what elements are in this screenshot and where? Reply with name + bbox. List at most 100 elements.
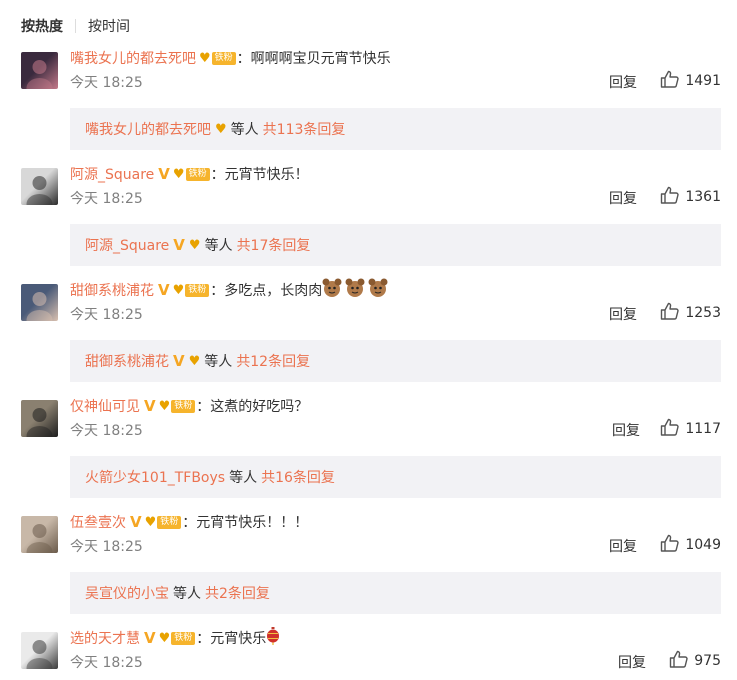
fan-badge-label: 铁粉 [185,167,210,181]
comment-colon: ： [210,167,225,183]
reply-summary-etc: 等人 [230,122,259,138]
reply-summary-etc: 等人 [229,470,258,486]
reply-summary-user[interactable]: 嘴我女儿的都去死吧 [85,119,211,139]
verified-v-icon: V [158,281,170,299]
comment-username[interactable]: 嘴我女儿的都去死吧 [70,48,196,68]
fan-heart-icon: ♥ [215,121,227,137]
reply-button[interactable]: 回复 [618,652,646,672]
avatar[interactable] [21,516,58,553]
comment-header: 伍叁壹次 V ♥ 铁粉：元宵节快乐！！！ [70,510,308,534]
fan-heart-icon: ♥ [158,630,171,646]
comment-text: 元宵节快乐！ [224,167,309,183]
reply-summary-etc: 等人 [173,586,201,602]
reply-summary[interactable]: 嘴我女儿的都去死吧 ♥ 等人 共113条回复 [70,108,721,150]
like-count: 1049 [685,537,721,553]
fan-badge-label: 铁粉 [157,515,182,529]
fan-badge[interactable]: ♥ 铁粉 [159,399,196,414]
verified-v-icon: V [158,165,170,183]
like-button[interactable]: 1049 [660,534,721,556]
comment-username[interactable]: 甜御系桃浦花 [70,280,154,300]
comment-username[interactable]: 阿源_Square [70,164,154,184]
thumbs-up-icon [660,418,685,440]
thumbs-up-icon [660,70,685,92]
comment-username[interactable]: 仅神仙可见 [70,396,140,416]
reply-summary-etc: 等人 [204,238,233,254]
like-button[interactable]: 975 [669,650,721,672]
avatar[interactable] [21,284,58,321]
like-count: 975 [694,653,721,669]
reply-button[interactable]: 回复 [609,188,637,208]
sort-by-time[interactable]: 按时间 [88,16,130,36]
thumbs-up-icon [669,650,694,672]
reply-summary-count[interactable]: 共113条回复 [263,119,346,139]
avatar[interactable] [21,632,58,669]
comment-colon: ： [210,283,225,299]
sort-bar: 按热度 按时间 [21,14,130,38]
reply-summary-etc: 等人 [204,354,233,370]
like-count: 1361 [685,189,721,205]
reply-summary[interactable]: 吴宣仪的小宝 等人 共2条回复 [70,572,721,614]
comment-header: 仅神仙可见 V ♥ 铁粉：这煮的好吃吗？ [70,394,308,418]
thumbs-up-icon [660,302,685,324]
reply-summary-user[interactable]: 火箭少女101_TFBoys [85,467,225,487]
fan-badge-label: 铁粉 [171,631,196,645]
fan-badge[interactable]: ♥ 铁粉 [173,167,210,182]
comment-time: 今天 18:25 [70,75,143,91]
fan-heart-icon: ♥ [188,353,201,369]
like-count: 1253 [685,305,721,321]
comment-text: 这煮的好吃吗？ [210,399,309,415]
fan-badge-label: 铁粉 [185,283,210,297]
verified-v-icon: V [173,236,185,254]
comment-header: 阿源_Square V ♥ 铁粉：元宵节快乐！ [70,162,309,186]
lantern-icon [266,627,280,649]
reply-summary[interactable]: 甜御系桃浦花 V ♥ 等人 共12条回复 [70,340,721,382]
comment-username[interactable]: 伍叁壹次 [70,512,126,532]
reply-summary-user[interactable]: 甜御系桃浦花 [85,351,169,371]
fan-badge[interactable]: ♥ 铁粉 [159,631,196,646]
comment-colon: ： [236,51,251,67]
like-count: 1491 [685,73,721,89]
comment-time: 今天 18:25 [70,423,143,439]
comment-time: 今天 18:25 [70,655,143,671]
like-count: 1117 [685,421,721,437]
comment-colon: ： [196,399,211,415]
reply-summary-count[interactable]: 共2条回复 [205,583,270,603]
reply-summary[interactable]: 阿源_Square V ♥ 等人 共17条回复 [70,224,721,266]
reply-button[interactable]: 回复 [609,72,637,92]
like-button[interactable]: 1491 [660,70,721,92]
avatar[interactable] [21,400,58,437]
comment-time: 今天 18:25 [70,191,143,207]
fan-heart-icon: ♥ [199,50,211,66]
reply-summary-user[interactable]: 吴宣仪的小宝 [85,583,169,603]
avatar[interactable] [21,168,58,205]
fan-heart-icon: ♥ [144,514,157,530]
fan-badge[interactable]: ♥ 铁粉 [199,51,236,66]
reply-button[interactable]: 回复 [609,304,637,324]
comment-header: 嘴我女儿的都去死吧 ♥ 铁粉：啊啊啊宝贝元宵节快乐 [70,46,391,70]
comment-username[interactable]: 选的天才慧 [70,628,140,648]
comment-colon: ： [182,515,197,531]
fan-badge[interactable]: ♥ 铁粉 [173,283,210,298]
reply-summary-count[interactable]: 共16条回复 [261,467,335,487]
sort-by-hot[interactable]: 按热度 [21,16,63,36]
reply-button[interactable]: 回复 [612,420,640,440]
like-button[interactable]: 1117 [660,418,721,440]
comment-text: 元宵快乐 [210,631,267,647]
reply-summary[interactable]: 火箭少女101_TFBoys 等人 共16条回复 [70,456,721,498]
reply-summary-count[interactable]: 共17条回复 [237,235,311,255]
reply-button[interactable]: 回复 [609,536,637,556]
comment-text: 元宵节快乐！！！ [196,515,309,531]
emoji-icon [322,278,388,302]
reply-summary-user[interactable]: 阿源_Square [85,235,169,255]
comment-text: 多吃点，长肉肉 [224,283,323,299]
like-button[interactable]: 1253 [660,302,721,324]
verified-v-icon: V [173,352,185,370]
avatar[interactable] [21,52,58,89]
thumbs-up-icon [660,534,685,556]
fan-badge[interactable]: ♥ 铁粉 [145,515,182,530]
fan-heart-icon: ♥ [158,398,171,414]
fan-badge-label: 铁粉 [211,51,236,65]
like-button[interactable]: 1361 [660,186,721,208]
reply-summary-count[interactable]: 共12条回复 [236,351,310,371]
comment-colon: ： [196,631,211,647]
